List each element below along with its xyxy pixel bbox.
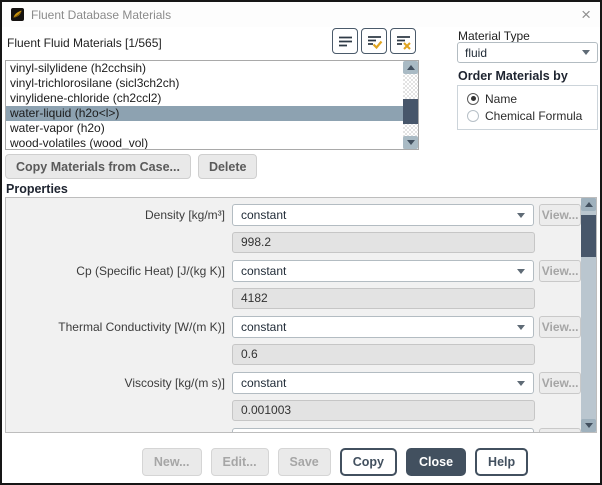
copy-materials-from-case-button[interactable]: Copy Materials from Case...	[5, 154, 191, 179]
order-radio-chemical-formula[interactable]: Chemical Formula	[467, 107, 597, 124]
material-name: water-vapor (h2o)	[10, 121, 105, 135]
properties-panel: Density [kg/m³] constant View... 998.2 C	[5, 197, 597, 433]
scroll-up-button[interactable]	[581, 198, 596, 211]
material-name: water-liquid (h2o<l>)	[10, 106, 120, 120]
delete-button[interactable]: Delete	[197, 154, 258, 179]
properties-label: Properties	[6, 182, 68, 196]
copy-button[interactable]: Copy	[339, 448, 397, 476]
clear-checked-materials-button[interactable]	[390, 28, 416, 54]
property-value-field: 0.001003	[232, 400, 535, 421]
chevron-down-icon	[517, 380, 526, 386]
properties-scrollbar[interactable]	[581, 198, 596, 432]
property-method-dropdown[interactable]: constant	[232, 204, 535, 226]
material-list-item[interactable]: vinyl-trichlorosilane (sicl3ch2ch)	[6, 76, 403, 91]
titlebar: Fluent Database Materials ×	[2, 2, 600, 27]
property-method-value: constant	[241, 264, 287, 278]
property-row: Molecular Weight [kg/kmol] constant View…	[6, 428, 581, 433]
property-label: Molecular Weight [kg/kmol]	[6, 428, 232, 432]
chevron-down-icon	[517, 212, 526, 218]
list-check-icon	[367, 35, 382, 49]
material-name: wood-volatiles (wood_vol)	[10, 136, 149, 150]
property-label: Thermal Conductivity [W/(m K)]	[58, 320, 225, 334]
footer-button-bar: New... Edit... Save Copy Close Help	[36, 448, 602, 476]
view-button[interactable]: View...	[539, 204, 581, 226]
view-button[interactable]: View...	[539, 316, 581, 338]
view-button[interactable]: View...	[539, 260, 581, 282]
material-list-item[interactable]: vinyl-silylidene (h2cchsih)	[6, 61, 403, 76]
material-type-dropdown[interactable]: fluid	[457, 42, 598, 63]
property-method-dropdown[interactable]: constant	[232, 428, 535, 433]
material-list-item[interactable]: water-liquid (h2o<l>)	[6, 106, 403, 121]
scrollbar-thumb[interactable]	[581, 215, 596, 257]
close-button[interactable]: Close	[406, 448, 467, 476]
show-checked-materials-button[interactable]	[361, 28, 387, 54]
order-materials-by-group: Name Chemical Formula	[457, 85, 598, 130]
property-method-dropdown[interactable]: constant	[232, 316, 535, 338]
chevron-down-icon	[582, 50, 590, 55]
radio-label: Chemical Formula	[485, 108, 583, 123]
scroll-down-button[interactable]	[581, 419, 596, 432]
help-button[interactable]: Help	[475, 448, 529, 476]
property-label: Cp (Specific Heat) [J/(kg K)]	[76, 264, 225, 278]
order-radio-name[interactable]: Name	[467, 90, 597, 107]
list-icon	[338, 36, 352, 46]
property-value-field: 998.2	[232, 232, 535, 253]
property-method-value: constant	[241, 208, 287, 222]
window-title: Fluent Database Materials	[31, 7, 172, 22]
radio-label: Name	[485, 91, 518, 106]
edit-button[interactable]: Edit...	[210, 448, 269, 476]
triangle-up-icon	[406, 65, 415, 70]
list-actions: Copy Materials from Case... Delete	[5, 154, 258, 179]
property-label: Density [kg/m³]	[144, 208, 225, 222]
scroll-up-button[interactable]	[403, 61, 418, 74]
property-row: Density [kg/m³] constant View... 998.2	[6, 204, 581, 253]
property-method-dropdown[interactable]: constant	[232, 260, 535, 282]
material-list-item[interactable]: wood-volatiles (wood_vol)	[6, 136, 403, 150]
material-name: vinyl-trichlorosilane (sicl3ch2ch)	[10, 76, 180, 90]
property-row: Cp (Specific Heat) [J/(kg K)] constant V…	[6, 260, 581, 309]
list-cross-icon	[396, 35, 411, 50]
triangle-up-icon	[584, 202, 593, 207]
property-value-field: 4182	[232, 288, 535, 309]
property-method-value: constant	[241, 432, 286, 433]
view-button[interactable]: View...	[539, 372, 581, 394]
fluid-materials-list: vinyl-silylidene (h2cchsih) vinyl-trichl…	[5, 60, 419, 150]
material-list-item[interactable]: vinylidene-chloride (ch2ccl2)	[6, 91, 403, 106]
radio-icon	[467, 92, 479, 105]
triangle-down-icon	[584, 423, 593, 428]
fluent-app-icon	[11, 8, 24, 21]
property-row: Viscosity [kg/(m s)] constant View... 0.…	[6, 372, 581, 421]
chevron-down-icon	[517, 268, 526, 274]
property-value-field: 0.6	[232, 344, 535, 365]
scrollbar-thumb[interactable]	[403, 99, 418, 124]
property-label: Viscosity [kg/(m s)]	[124, 376, 225, 390]
property-method-value: constant	[241, 320, 287, 334]
list-toolbar	[332, 28, 416, 54]
material-name: vinyl-silylidene (h2cchsih)	[10, 61, 147, 75]
material-type-value: fluid	[465, 45, 488, 60]
fluid-materials-label: Fluent Fluid Materials [1/565]	[7, 36, 162, 50]
material-name: vinylidene-chloride (ch2ccl2)	[10, 91, 162, 105]
material-list-item[interactable]: water-vapor (h2o)	[6, 121, 403, 136]
property-row: Thermal Conductivity [W/(m K)] constant …	[6, 316, 581, 365]
show-all-materials-button[interactable]	[332, 28, 358, 54]
property-method-value: constant	[241, 376, 287, 390]
fluent-database-materials-dialog: Fluent Database Materials × Fluent Fluid…	[0, 0, 602, 485]
close-icon[interactable]: ×	[581, 6, 591, 23]
new-button[interactable]: New...	[141, 448, 202, 476]
order-materials-by-label: Order Materials by	[458, 69, 568, 83]
view-button[interactable]: View...	[539, 428, 581, 432]
scroll-down-button[interactable]	[403, 136, 418, 149]
save-button[interactable]: Save	[277, 448, 331, 476]
material-type-label: Material Type	[458, 29, 530, 43]
radio-icon	[467, 109, 479, 122]
property-method-dropdown[interactable]: constant	[232, 372, 535, 394]
materials-list-scrollbar[interactable]	[403, 61, 418, 149]
triangle-down-icon	[406, 140, 415, 145]
chevron-down-icon	[517, 324, 526, 330]
